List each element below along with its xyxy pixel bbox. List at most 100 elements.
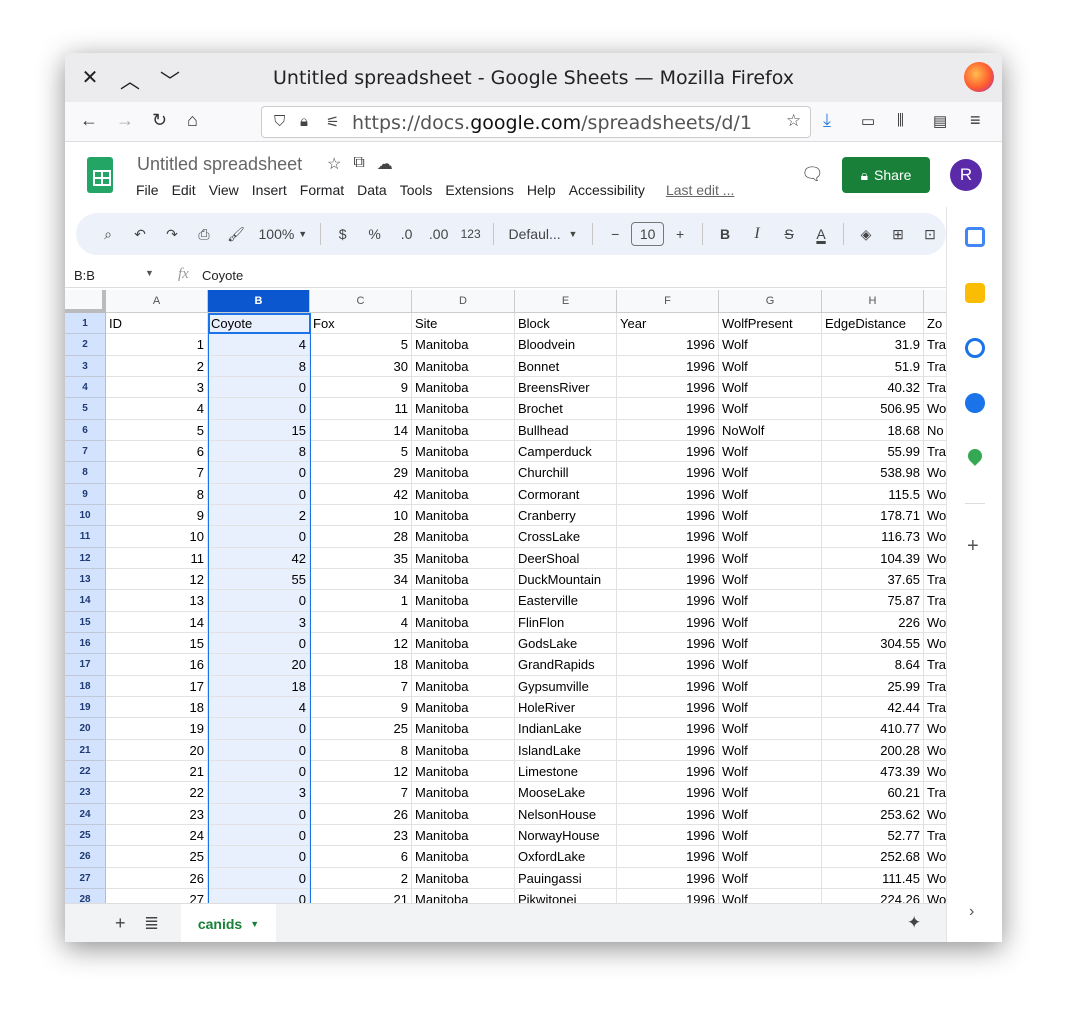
row-header[interactable]: 14 bbox=[65, 590, 106, 612]
print-icon[interactable]: ⎙ bbox=[188, 220, 220, 248]
table-cell[interactable]: Wolf bbox=[719, 334, 822, 356]
row-header[interactable]: 22 bbox=[65, 760, 106, 783]
table-cell[interactable]: Manitoba bbox=[412, 440, 515, 463]
increase-decimal-button[interactable]: .00 bbox=[423, 220, 455, 248]
table-cell[interactable]: Wo bbox=[924, 846, 946, 868]
table-cell[interactable]: 7 bbox=[106, 462, 208, 484]
table-cell[interactable]: 1 bbox=[310, 590, 412, 612]
column-header-a[interactable]: A bbox=[106, 290, 208, 313]
table-cell[interactable]: 42 bbox=[208, 547, 310, 569]
table-cell[interactable]: 0 bbox=[208, 376, 310, 399]
table-cell[interactable]: 25.99 bbox=[822, 675, 924, 697]
row-header[interactable]: 26 bbox=[65, 846, 106, 868]
avatar[interactable]: R bbox=[950, 159, 982, 191]
table-cell[interactable]: Manitoba bbox=[412, 504, 515, 527]
table-cell[interactable]: Manitoba bbox=[412, 675, 515, 697]
row-header[interactable]: 9 bbox=[65, 483, 106, 505]
table-cell[interactable]: Wolf bbox=[719, 526, 822, 548]
table-cell[interactable]: 35 bbox=[310, 547, 412, 569]
table-cell[interactable]: Brochet bbox=[515, 398, 617, 420]
bold-button[interactable]: B bbox=[709, 220, 741, 248]
table-cell[interactable]: 3 bbox=[208, 782, 310, 804]
table-cell[interactable]: Manitoba bbox=[412, 824, 515, 847]
table-cell[interactable]: Wolf bbox=[719, 846, 822, 868]
name-box[interactable]: B:B bbox=[74, 268, 95, 283]
table-cell[interactable]: 29 bbox=[310, 462, 412, 484]
table-cell[interactable]: 42 bbox=[310, 483, 412, 505]
table-cell[interactable]: Wolf bbox=[719, 803, 822, 825]
table-cell[interactable]: 9 bbox=[106, 504, 208, 527]
table-cell[interactable]: 15 bbox=[106, 632, 208, 655]
row-header[interactable]: 11 bbox=[65, 526, 106, 548]
chevron-down-icon[interactable]: ﹀ bbox=[157, 65, 183, 94]
table-cell[interactable]: 0 bbox=[208, 846, 310, 868]
table-cell[interactable]: Wolf bbox=[719, 824, 822, 847]
table-cell[interactable]: Pauingassi bbox=[515, 867, 617, 889]
row-header[interactable]: 21 bbox=[65, 739, 106, 761]
table-cell[interactable]: 18 bbox=[310, 654, 412, 676]
sidebar-panel-icon[interactable]: ▭ bbox=[861, 112, 875, 130]
table-cell[interactable]: 115.5 bbox=[822, 483, 924, 505]
table-cell[interactable]: Wolf bbox=[719, 398, 822, 420]
table-cell[interactable]: Tra bbox=[924, 441, 946, 463]
tasks-icon[interactable] bbox=[965, 338, 985, 358]
table-cell[interactable]: Limestone bbox=[515, 760, 617, 783]
table-cell[interactable]: 12 bbox=[310, 760, 412, 783]
column-header-h[interactable]: H bbox=[822, 290, 924, 313]
table-cell[interactable]: Tra bbox=[924, 697, 946, 719]
table-cell[interactable]: 538.98 bbox=[822, 462, 924, 484]
table-cell[interactable]: Wolf bbox=[719, 568, 822, 591]
table-cell[interactable]: 253.62 bbox=[822, 803, 924, 825]
table-cell[interactable]: 5 bbox=[310, 334, 412, 356]
table-cell[interactable]: Churchill bbox=[515, 462, 617, 484]
table-cell[interactable]: 13 bbox=[106, 590, 208, 612]
table-cell[interactable]: Tra bbox=[924, 782, 946, 804]
download-icon[interactable]: ⤓ bbox=[823, 110, 831, 131]
table-cell[interactable]: Wo bbox=[924, 462, 946, 484]
table-cell[interactable]: DuckMountain bbox=[515, 568, 617, 591]
maps-icon[interactable] bbox=[965, 446, 985, 466]
table-cell[interactable]: 19 bbox=[106, 718, 208, 740]
column-header-b[interactable]: B bbox=[208, 290, 310, 313]
table-cell[interactable]: Cormorant bbox=[515, 483, 617, 505]
table-cell[interactable]: 1996 bbox=[617, 675, 719, 697]
table-cell[interactable]: 9 bbox=[310, 376, 412, 399]
row-header[interactable]: 8 bbox=[65, 462, 106, 484]
table-cell[interactable]: Manitoba bbox=[412, 419, 515, 441]
table-cell[interactable]: Manitoba bbox=[412, 696, 515, 719]
row-header[interactable]: 24 bbox=[65, 803, 106, 825]
table-cell[interactable]: 6 bbox=[106, 440, 208, 463]
reload-icon[interactable]: ↻ bbox=[152, 110, 167, 131]
table-cell[interactable]: 1996 bbox=[617, 398, 719, 420]
italic-button[interactable]: I bbox=[741, 220, 773, 248]
table-cell[interactable]: 8 bbox=[310, 739, 412, 761]
table-cell[interactable]: 5 bbox=[310, 440, 412, 463]
table-cell[interactable]: 26 bbox=[106, 867, 208, 889]
table-cell[interactable]: IslandLake bbox=[515, 739, 617, 761]
table-cell[interactable]: 10 bbox=[106, 526, 208, 548]
table-cell[interactable]: Manitoba bbox=[412, 462, 515, 484]
table-cell[interactable]: Wo bbox=[924, 505, 946, 527]
column-header-d[interactable]: D bbox=[412, 290, 515, 313]
table-cell[interactable]: 75.87 bbox=[822, 590, 924, 612]
table-cell[interactable]: Tra bbox=[924, 590, 946, 612]
bookmark-star-icon[interactable]: ☆ bbox=[786, 111, 801, 131]
row-header[interactable]: 28 bbox=[65, 888, 106, 903]
table-cell[interactable]: 22 bbox=[106, 782, 208, 804]
table-cell[interactable]: 304.55 bbox=[822, 632, 924, 655]
table-cell[interactable]: 23 bbox=[310, 824, 412, 847]
table-cell[interactable]: Tra bbox=[924, 334, 946, 356]
row-header[interactable]: 10 bbox=[65, 504, 106, 527]
table-cell[interactable]: 0 bbox=[208, 760, 310, 783]
table-cell[interactable]: 40.32 bbox=[822, 376, 924, 399]
menu-help[interactable]: Help bbox=[527, 182, 556, 198]
row-header[interactable]: 12 bbox=[65, 547, 106, 569]
undo-icon[interactable]: ↶ bbox=[124, 220, 156, 248]
caret-down-icon[interactable]: ▼ bbox=[145, 268, 154, 278]
expand-panel-icon[interactable]: › bbox=[969, 903, 974, 921]
table-cell[interactable]: Wolf bbox=[719, 462, 822, 484]
table-cell[interactable]: Cranberry bbox=[515, 504, 617, 527]
table-cell[interactable]: 1996 bbox=[617, 334, 719, 356]
row-header[interactable]: 23 bbox=[65, 782, 106, 804]
table-cell[interactable]: 226 bbox=[822, 611, 924, 633]
